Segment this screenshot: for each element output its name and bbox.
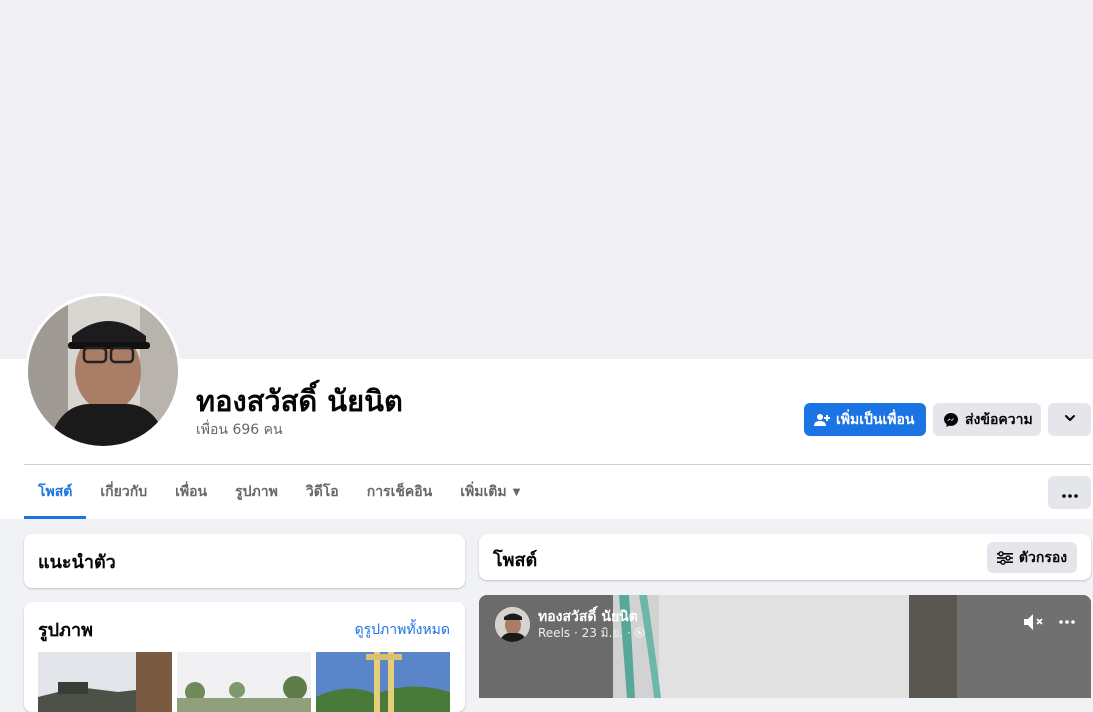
tab-label: วิดีโอ xyxy=(305,484,339,500)
tab-label: รูปภาพ xyxy=(235,484,278,500)
tab-label: เพิ่มเติม xyxy=(460,484,507,500)
reel-author-name[interactable]: ทองสวัสดิ์ นัยนิต xyxy=(538,609,645,625)
reel-post[interactable]: ทองสวัสดิ์ นัยนิต Reels · 23 มิ.ย. · xyxy=(479,595,1091,698)
add-friend-label: เพิ่มเป็นเพื่อน xyxy=(836,411,915,428)
see-all-photos-link[interactable]: ดูรูปภาพทั้งหมด xyxy=(355,619,450,641)
tab-label: เพื่อน xyxy=(175,484,208,500)
speaker-muted-icon[interactable] xyxy=(1023,613,1045,631)
person-plus-icon xyxy=(814,412,830,428)
tab-label: เกี่ยวกับ xyxy=(100,484,148,500)
profile-name: ทองสวัสดิ์ นัยนิต xyxy=(196,384,403,418)
globe-icon[interactable] xyxy=(634,627,645,638)
cover-photo[interactable] xyxy=(0,0,1093,359)
messenger-icon xyxy=(943,412,959,428)
profile-avatar[interactable] xyxy=(25,293,181,449)
posts-header-card: โพสต์ ตัวกรอง xyxy=(479,534,1091,580)
intro-card: แนะนำตัว xyxy=(24,534,465,588)
friends-count[interactable]: เพื่อน 696 คน xyxy=(196,419,283,441)
tab-checkins[interactable]: การเช็คอิน xyxy=(353,465,447,519)
photo-thumbnail[interactable] xyxy=(316,652,450,712)
reel-meta: Reels · 23 มิ.ย. · xyxy=(538,625,645,641)
reel-controls xyxy=(1009,613,1075,631)
add-friend-button[interactable]: เพิ่มเป็นเพื่อน xyxy=(804,403,926,436)
reel-meta-text: Reels · 23 มิ.ย. · xyxy=(538,625,631,640)
sliders-icon xyxy=(996,550,1013,565)
tab-label: โพสต์ xyxy=(38,484,73,500)
posts-title: โพสต์ xyxy=(493,550,538,571)
tab-photos[interactable]: รูปภาพ xyxy=(221,465,292,519)
reel-author-avatar[interactable] xyxy=(495,607,530,642)
filter-button[interactable]: ตัวกรอง xyxy=(987,542,1077,573)
three-dots-icon[interactable] xyxy=(1059,620,1075,624)
tab-videos[interactable]: วิดีโอ xyxy=(292,465,353,519)
filter-label: ตัวกรอง xyxy=(1018,549,1068,566)
tab-friends[interactable]: เพื่อน xyxy=(161,465,221,519)
three-dots-icon xyxy=(1061,483,1078,502)
photos-card: รูปภาพ ดูรูปภาพทั้งหมด xyxy=(24,602,465,712)
intro-title: แนะนำตัว xyxy=(38,552,116,573)
caret-down-icon: ▼ xyxy=(512,486,521,498)
tabs-overflow-button[interactable] xyxy=(1048,476,1091,509)
profile-tabs: โพสต์ เกี่ยวกับ เพื่อน รูปภาพ วิดีโอ การ… xyxy=(24,465,534,519)
photo-thumbnail[interactable] xyxy=(38,652,172,712)
profile-more-button[interactable] xyxy=(1048,403,1091,436)
reel-author[interactable]: ทองสวัสดิ์ นัยนิต Reels · 23 มิ.ย. · xyxy=(495,607,645,642)
tab-label: การเช็คอิน xyxy=(366,484,433,500)
photos-title: รูปภาพ xyxy=(38,620,93,641)
photo-thumbnail[interactable] xyxy=(177,652,311,712)
chevron-down-icon xyxy=(1063,411,1077,429)
tab-posts[interactable]: โพสต์ xyxy=(24,465,87,519)
message-label: ส่งข้อความ xyxy=(965,411,1033,428)
tab-more[interactable]: เพิ่มเติม ▼ xyxy=(446,465,534,519)
tab-about[interactable]: เกี่ยวกับ xyxy=(86,465,161,519)
message-button[interactable]: ส่งข้อความ xyxy=(933,403,1041,436)
